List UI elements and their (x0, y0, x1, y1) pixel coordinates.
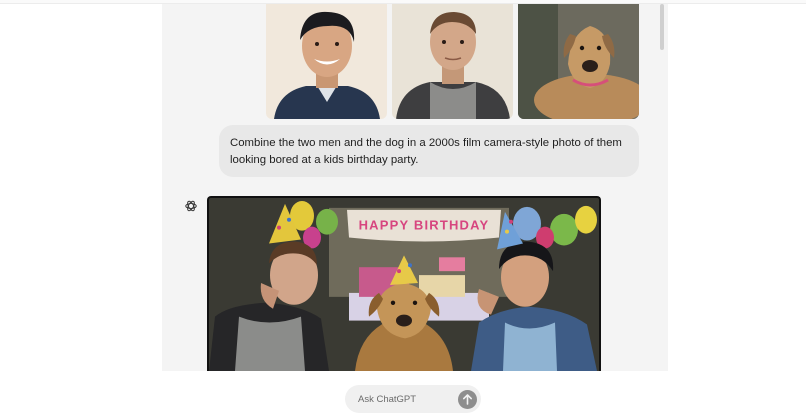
uploaded-image-man-smiling[interactable] (266, 4, 387, 119)
arrow-up-icon (463, 394, 472, 405)
send-button[interactable] (458, 390, 477, 409)
generated-image[interactable]: HAPPY BIRTHDAY (207, 196, 601, 371)
birthday-party-photo: HAPPY BIRTHDAY (209, 198, 599, 371)
dog-photo (518, 4, 639, 119)
man-grey-shirt-photo (392, 4, 513, 119)
prompt-input[interactable] (358, 391, 458, 407)
banner-text: HAPPY BIRTHDAY (359, 218, 490, 233)
user-message-text: Combine the two men and the dog in a 200… (230, 137, 622, 166)
uploaded-image-dog[interactable] (518, 4, 639, 119)
man-smiling-photo (266, 4, 387, 119)
uploaded-image-man-grey-shirt[interactable] (392, 4, 513, 119)
scrollbar-thumb[interactable] (660, 4, 664, 50)
chatgpt-logo-icon (184, 199, 198, 213)
user-message-bubble: Combine the two men and the dog in a 200… (219, 125, 639, 177)
